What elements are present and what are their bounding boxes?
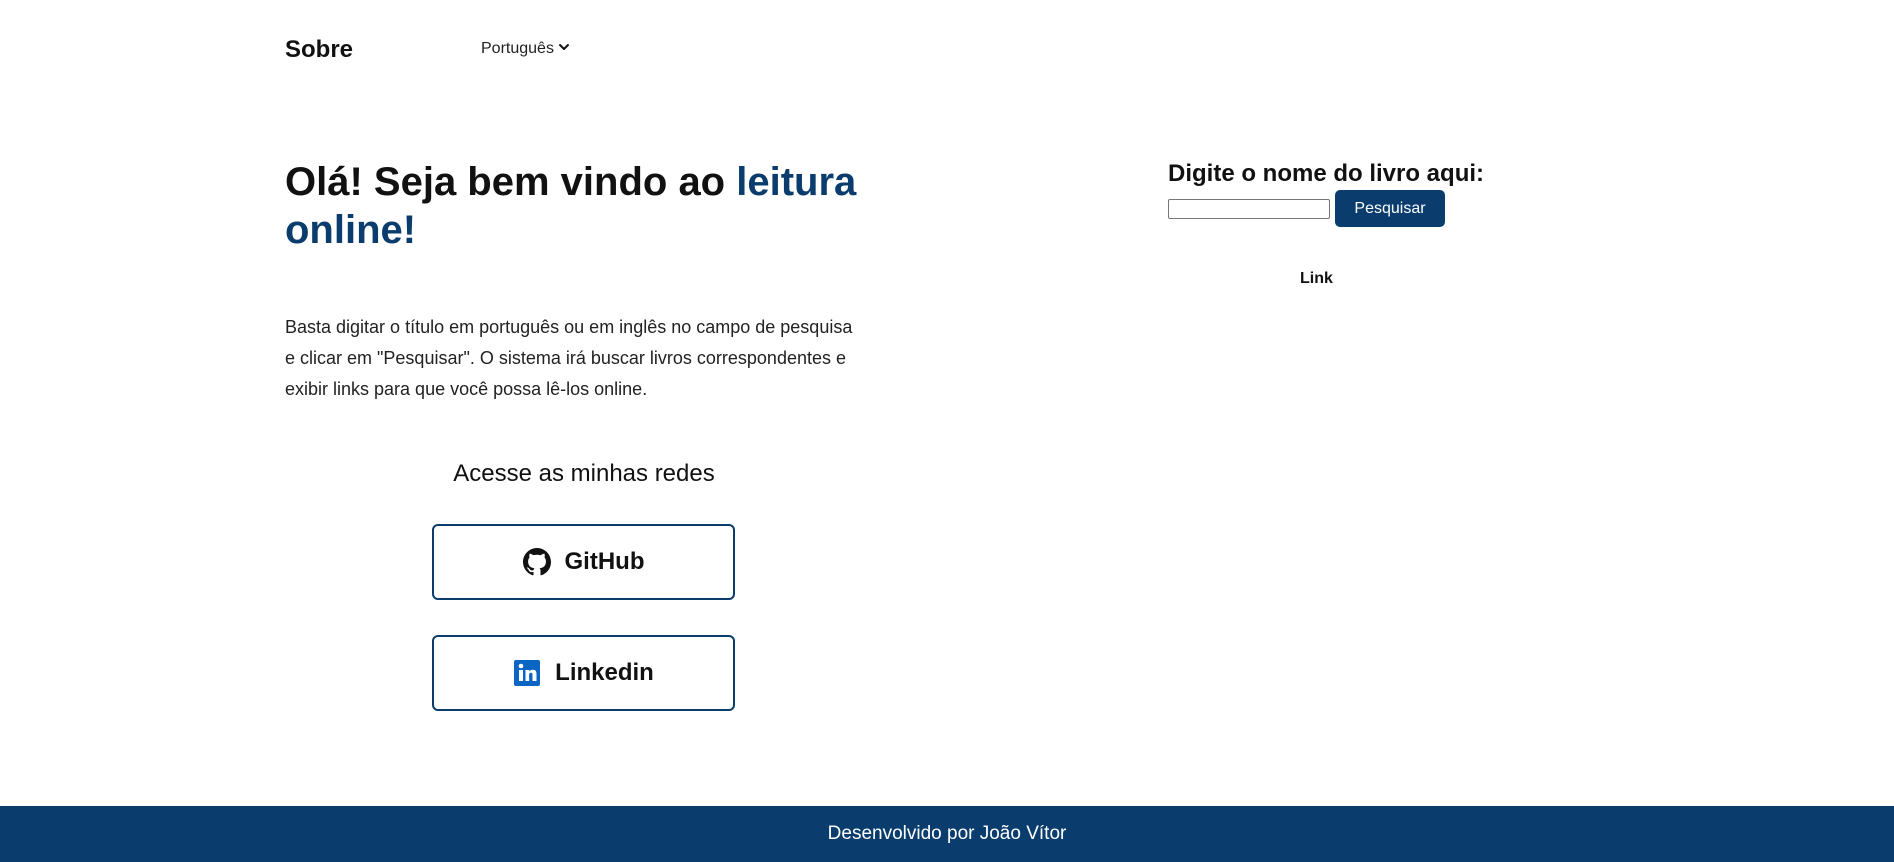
linkedin-icon: [513, 659, 541, 687]
hero-description: Basta digitar o título em português ou e…: [285, 317, 853, 399]
hero-title: Olá! Seja bem vindo ao leitura online!: [285, 158, 905, 254]
result-link[interactable]: Link: [1300, 270, 1333, 288]
footer-text: Desenvolvido por João Vítor: [827, 823, 1067, 844]
github-button[interactable]: GitHub: [432, 524, 735, 600]
language-select-value: Português: [481, 40, 554, 57]
hero-title-main: Olá! Seja bem vindo ao: [285, 160, 737, 204]
linkedin-button[interactable]: Linkedin: [432, 635, 735, 711]
search-button[interactable]: Pesquisar: [1335, 190, 1445, 227]
github-icon: [522, 548, 551, 576]
language-select[interactable]: Português: [481, 40, 570, 58]
footer: Desenvolvido por João Vítor: [0, 806, 1894, 862]
nav-title[interactable]: Sobre: [285, 36, 353, 64]
social-heading: Acesse as minhas redes: [453, 460, 715, 487]
linkedin-label: Linkedin: [555, 659, 654, 686]
chevron-down-icon: [558, 40, 570, 58]
search-input[interactable]: [1168, 199, 1330, 219]
search-label: Digite o nome do livro aqui:: [1168, 160, 1485, 187]
page: Sobre Português Olá! Seja bem vindo ao l…: [0, 0, 1894, 862]
github-label: GitHub: [564, 548, 645, 575]
